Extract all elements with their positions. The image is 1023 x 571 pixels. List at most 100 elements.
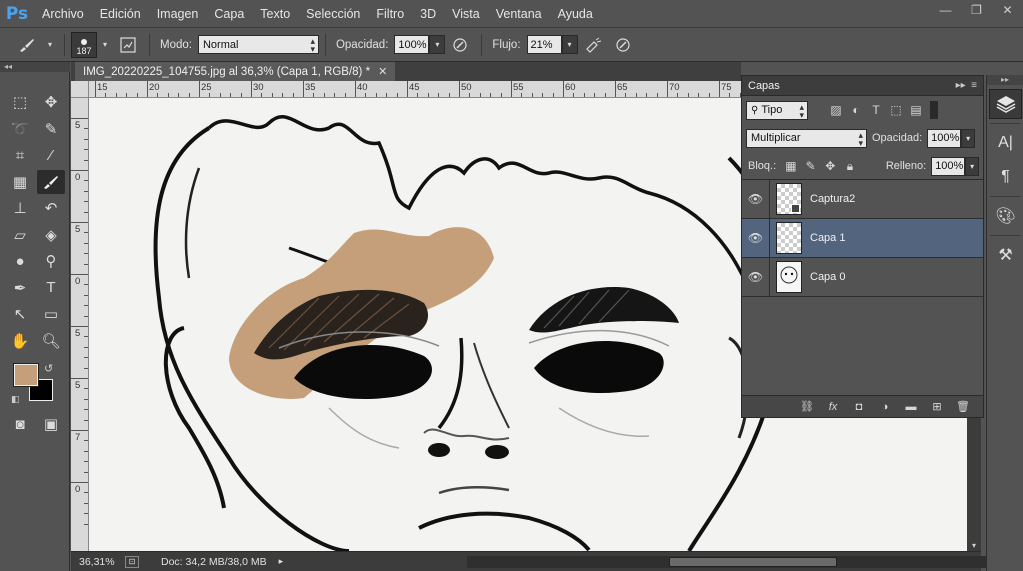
menu-edicion[interactable]: Edición [92, 7, 149, 21]
rectangle-tool-icon[interactable]: ▭ [37, 302, 65, 326]
fill-dropdown-icon[interactable]: ▾ [965, 156, 979, 176]
lock-all-icon[interactable]: 🔒︎ [840, 157, 860, 175]
menu-archivo[interactable]: Archivo [34, 7, 92, 21]
brush-size-picker[interactable]: 187 [71, 31, 97, 58]
brush-tool-preset-icon[interactable] [16, 34, 38, 56]
crop-tool-icon[interactable]: ⌗ [6, 143, 34, 167]
vertical-ruler[interactable]: 5 0 5 0 5 5 7 0 [71, 98, 89, 551]
menu-ventana[interactable]: Ventana [488, 7, 550, 21]
layer-opacity-input[interactable]: 100% [927, 128, 962, 148]
airbrush-icon[interactable] [582, 34, 604, 56]
pressure-opacity-icon[interactable] [449, 34, 471, 56]
tool-presets-icon[interactable]: ⚒ [989, 240, 1022, 270]
paint-bucket-tool-icon[interactable]: ◈ [37, 223, 65, 247]
visibility-eye-icon[interactable]: 👁︎ [742, 258, 770, 296]
tool-preset-dropdown-icon[interactable]: ▾ [42, 35, 58, 54]
menu-capa[interactable]: Capa [206, 7, 252, 21]
blur-tool-icon[interactable]: ● [6, 249, 34, 273]
layer-row-capa-1[interactable]: 👁︎ Capa 1 [742, 219, 983, 258]
marquee-tool-icon[interactable]: ⬚ [6, 90, 34, 114]
flow-slider-dropdown-icon[interactable]: ▾ [561, 35, 578, 54]
filter-type-icon[interactable]: T [866, 101, 886, 119]
zoom-level[interactable]: 36,31% [79, 556, 125, 568]
layer-blend-mode-select[interactable]: Multiplicar ▴ ▾ [746, 128, 867, 148]
status-options-icon[interactable]: ⊡ [125, 555, 139, 568]
panel-menu-icon[interactable]: ▸▸ ≡ [956, 80, 977, 91]
foreground-color-swatch[interactable] [13, 363, 39, 387]
brush-panel-toggle-icon[interactable] [117, 34, 139, 56]
minimize-button[interactable]: — [930, 0, 961, 19]
close-button[interactable]: ✕ [992, 0, 1023, 19]
swatches-panel-icon[interactable]: 🎨︎ [989, 201, 1022, 231]
lock-transparency-icon[interactable]: ▦ [781, 157, 801, 175]
spot-healing-tool-icon[interactable]: ▦ [6, 170, 34, 194]
filter-adjustment-icon[interactable]: ◐ [846, 101, 866, 119]
path-selection-tool-icon[interactable]: ↖ [6, 302, 34, 326]
status-menu-icon[interactable]: ▸ [279, 556, 284, 567]
character-panel-icon[interactable]: A| [989, 128, 1022, 158]
brush-tool-icon[interactable] [37, 169, 65, 194]
horizontal-scrollbar[interactable] [467, 556, 1023, 568]
toolbox-collapse-icon[interactable]: ◂◂ [0, 62, 70, 72]
filter-shape-icon[interactable]: ⬚ [886, 101, 906, 119]
type-tool-icon[interactable]: T [37, 276, 65, 300]
menu-texto[interactable]: Texto [252, 7, 298, 21]
hand-tool-icon[interactable]: ✋ [6, 329, 34, 353]
layers-panel-icon[interactable] [989, 89, 1022, 119]
horizontal-scroll-thumb[interactable] [669, 557, 837, 567]
document-tab[interactable]: IMG_20220225_104755.jpg al 36,3% (Capa 1… [75, 62, 396, 81]
quick-selection-tool-icon[interactable]: ✎ [37, 117, 65, 141]
scroll-down-icon[interactable]: ▾ [967, 539, 981, 551]
flow-input[interactable]: 21% [526, 35, 562, 54]
fill-input[interactable]: 100% [931, 156, 966, 176]
ruler-origin[interactable] [71, 81, 89, 98]
eraser-tool-icon[interactable]: ▱ [6, 223, 34, 247]
menu-vista[interactable]: Vista [444, 7, 488, 21]
eyedropper-tool-icon[interactable]: ⁄ [37, 143, 65, 167]
filter-smart-object-icon[interactable]: ▤ [906, 101, 926, 119]
default-colors-icon[interactable]: ◧ [11, 394, 20, 405]
menu-filtro[interactable]: Filtro [368, 7, 412, 21]
link-layers-icon[interactable]: ⛓ [797, 398, 817, 416]
menu-3d[interactable]: 3D [412, 7, 444, 21]
swap-colors-icon[interactable]: ↺ [44, 362, 53, 375]
brush-picker-dropdown-icon[interactable]: ▾ [97, 35, 113, 54]
close-document-icon[interactable]: ✕ [378, 65, 387, 78]
menu-ayuda[interactable]: Ayuda [550, 7, 601, 21]
layer-row-capa-0[interactable]: 👁︎ Capa 0 [742, 258, 983, 297]
move-tool-icon[interactable]: ✥ [37, 90, 65, 114]
layer-opacity-dropdown-icon[interactable]: ▾ [961, 128, 976, 148]
blend-mode-select[interactable]: Normal ▴ ▾ [197, 35, 319, 54]
pen-tool-icon[interactable]: ✒ [6, 276, 34, 300]
add-mask-icon[interactable]: ◘ [849, 398, 869, 416]
layers-panel-tab[interactable]: Capas [748, 80, 780, 92]
filter-toggle[interactable] [930, 101, 938, 119]
menu-imagen[interactable]: Imagen [149, 7, 207, 21]
adjustment-layer-icon[interactable]: ◑ [875, 398, 895, 416]
layer-filter-select[interactable]: ⚲ Tipo ▴ ▾ [746, 100, 808, 120]
new-layer-icon[interactable]: ⊞ [927, 398, 947, 416]
dock-collapse-icon[interactable]: ▸▸ [987, 75, 1023, 85]
new-group-icon[interactable]: ▬ [901, 398, 921, 416]
pressure-size-icon[interactable] [612, 34, 634, 56]
filter-pixel-icon[interactable]: ▨ [826, 101, 846, 119]
screen-mode-icon[interactable]: ▣ [37, 412, 65, 436]
visibility-eye-icon[interactable]: 👁︎ [742, 180, 770, 218]
quick-mask-icon[interactable]: ◙ [6, 412, 34, 436]
paragraph-panel-icon[interactable]: ¶ [989, 162, 1022, 192]
visibility-eye-icon[interactable]: 👁︎ [742, 219, 770, 257]
zoom-tool-icon[interactable]: 🔍︎ [37, 329, 65, 353]
lock-pixels-icon[interactable]: ✎ [801, 157, 821, 175]
lasso-tool-icon[interactable]: ➰ [6, 117, 34, 141]
history-brush-tool-icon[interactable]: ↶ [37, 196, 65, 220]
layer-style-fx-icon[interactable]: fx [823, 398, 843, 416]
menu-seleccion[interactable]: Selección [298, 7, 368, 21]
lock-position-icon[interactable]: ✥ [820, 157, 840, 175]
clone-stamp-tool-icon[interactable]: ⊥ [6, 196, 34, 220]
opacity-input[interactable]: 100% [394, 35, 430, 54]
delete-layer-icon[interactable]: 🗑︎ [953, 398, 973, 416]
dodge-tool-icon[interactable]: ⚲ [37, 249, 65, 273]
layer-row-captura2[interactable]: 👁︎ Captura2 [742, 180, 983, 219]
restore-button[interactable]: ❐ [961, 0, 992, 19]
opacity-slider-dropdown-icon[interactable]: ▾ [429, 35, 446, 54]
